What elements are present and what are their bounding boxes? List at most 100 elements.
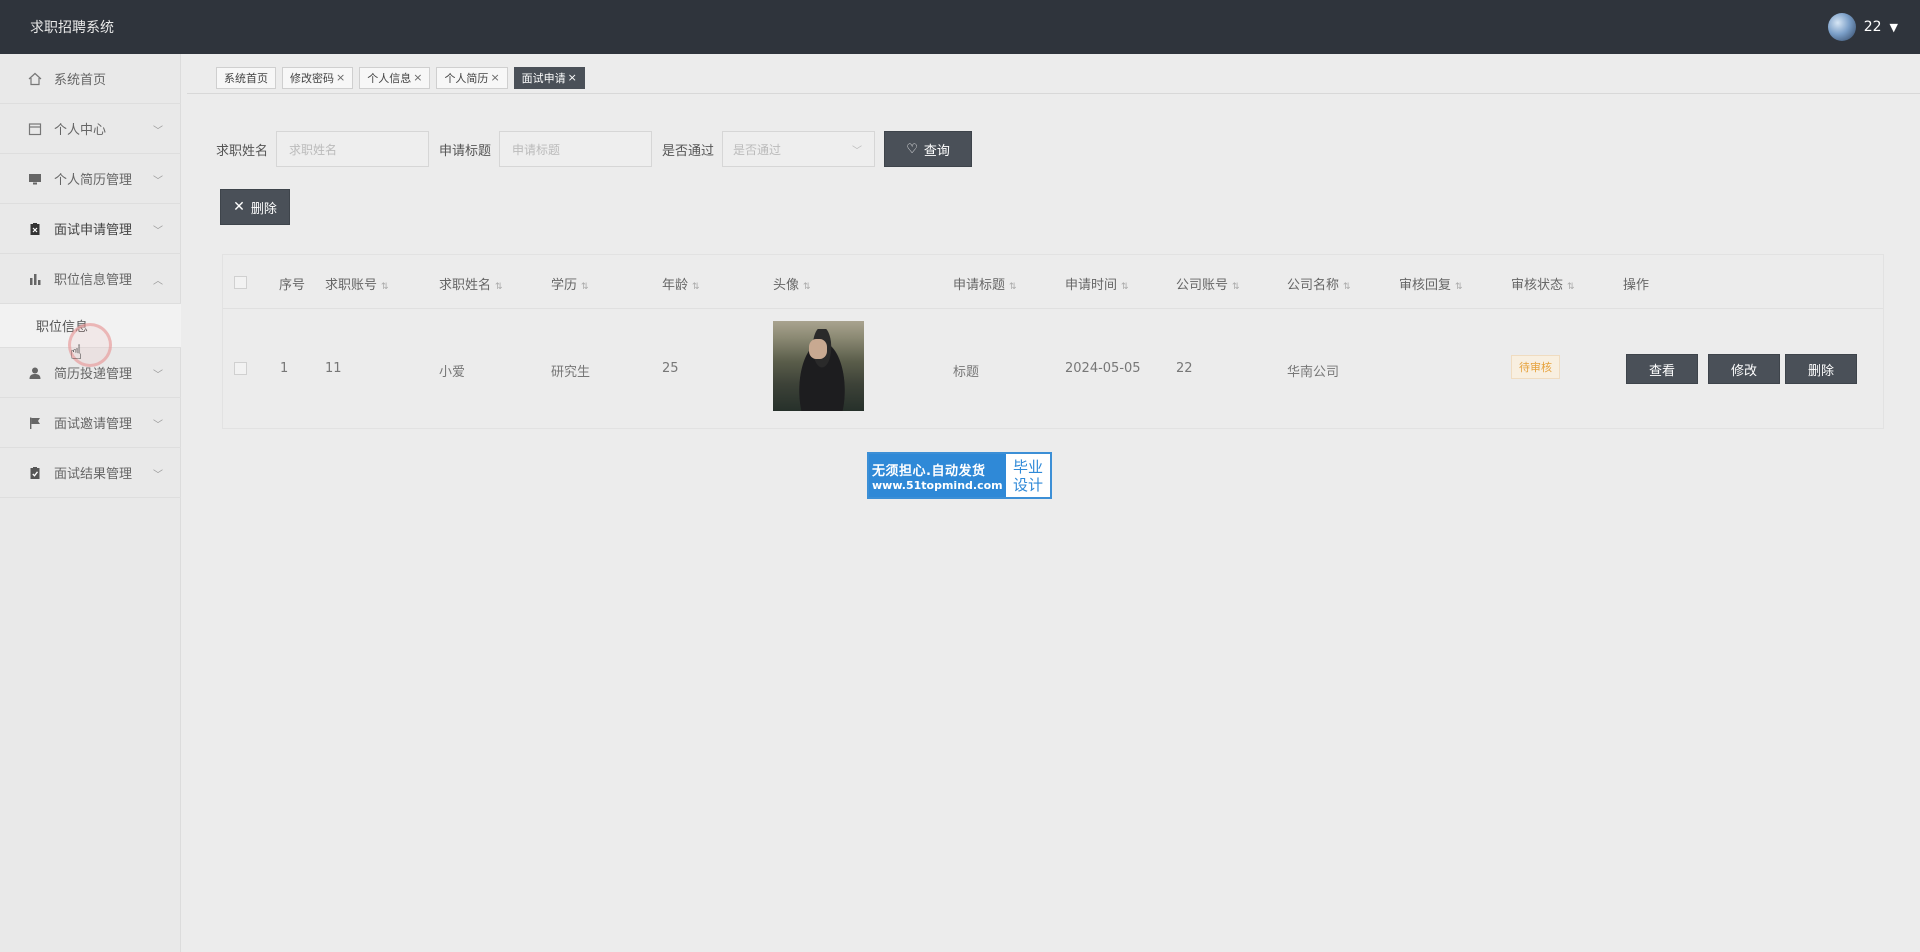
bar-chart-icon <box>28 272 42 286</box>
row-checkbox[interactable] <box>234 362 247 375</box>
search-form: 求职姓名 求职姓名 申请标题 申请标题 是否通过 是否通过 ﹀ ♡ 查询 <box>216 131 973 167</box>
col-index: 序号 <box>279 278 306 293</box>
sidebar-item-label: 面试邀请管理 <box>54 417 133 432</box>
user-avatar[interactable] <box>1827 13 1856 41</box>
tab-label: 个人信息 <box>367 71 412 85</box>
watermark-line1: 无须担心.自动发货 <box>872 463 986 479</box>
sidebar-item-resume[interactable]: 个人简历管理 ﹀ <box>0 154 181 204</box>
caret-down-icon[interactable]: ▼ <box>1890 21 1898 34</box>
view-button[interactable]: 查看 <box>1626 354 1698 384</box>
cell-company-name: 华南公司 <box>1287 365 1340 380</box>
sidebar-item-label: 个人中心 <box>54 123 107 138</box>
data-table: 序号 求职账号 ⇅ 求职姓名 ⇅ 学历 ⇅ 年龄 ⇅ 头像 ⇅ 申请标题 ⇅ 申请时间 ⇅ 公… <box>222 254 1884 429</box>
watermark-right1: 毕业 <box>1012 457 1043 476</box>
username[interactable]: 22 <box>1864 19 1882 35</box>
chevron-down-icon: ﹀ <box>153 370 163 381</box>
pass-select-placeholder: 是否通过 <box>733 142 782 157</box>
sort-icon: ⇅ <box>495 282 503 292</box>
edit-button[interactable]: 修改 <box>1708 354 1780 384</box>
name-label: 求职姓名 <box>216 143 269 159</box>
sidebar-item-label: 系统首页 <box>54 73 107 88</box>
col-education[interactable]: 学历 ⇅ <box>551 274 589 293</box>
tab-label: 个人简历 <box>444 71 489 85</box>
cell-index: 1 <box>280 361 289 376</box>
col-company-name[interactable]: 公司名称 ⇅ <box>1287 274 1351 293</box>
title-search-input[interactable]: 申请标题 <box>499 131 653 167</box>
heart-icon: ♡ <box>906 141 918 157</box>
sidebar-item-job-info[interactable]: 职位信息管理 ︿ <box>0 254 181 304</box>
pass-select[interactable]: 是否通过 ﹀ <box>722 131 876 167</box>
col-company-account[interactable]: 公司账号 ⇅ <box>1176 274 1240 293</box>
sidebar-item-interview-result[interactable]: 面试结果管理 ﹀ <box>0 448 181 498</box>
user-menu[interactable]: 22 ▼ <box>1827 13 1898 41</box>
tab-interview-apply[interactable]: 面试申请 × <box>513 66 585 89</box>
cell-account: 11 <box>325 361 342 376</box>
sort-icon: ⇅ <box>1232 282 1240 292</box>
table-header: 序号 求职账号 ⇅ 求职姓名 ⇅ 学历 ⇅ 年龄 ⇅ 头像 ⇅ 申请标题 ⇅ 申请时间 ⇅ 公… <box>223 255 1883 309</box>
chevron-up-icon: ︿ <box>153 276 163 287</box>
delete-button-label: 删除 <box>250 201 277 217</box>
sort-icon: ⇅ <box>581 282 589 292</box>
col-time[interactable]: 申请时间 ⇅ <box>1065 274 1129 293</box>
sidebar-item-home[interactable]: 系统首页 <box>0 54 181 104</box>
cell-name: 小爱 <box>439 365 466 380</box>
sort-icon: ⇅ <box>692 282 700 292</box>
col-age[interactable]: 年龄 ⇅ <box>662 274 700 293</box>
home-icon <box>28 72 42 86</box>
cell-age: 25 <box>662 361 679 376</box>
tabs-bar: 系统首页 修改密码 × 个人信息 × 个人简历 × 面试申请 × <box>187 62 1920 94</box>
sort-icon: ⇅ <box>1121 282 1129 292</box>
col-reply[interactable]: 审核回复 ⇅ <box>1399 274 1463 293</box>
calendar-icon <box>28 122 42 136</box>
chevron-down-icon: ﹀ <box>153 176 163 187</box>
select-all-checkbox[interactable] <box>234 276 247 289</box>
sidebar-item-interview-invite[interactable]: 面试邀请管理 ﹀ <box>0 398 181 448</box>
col-actions: 操作 <box>1623 278 1650 293</box>
row-delete-button[interactable]: 删除 <box>1785 354 1857 384</box>
cell-title: 标题 <box>953 365 980 380</box>
watermark-line2: www.51topmind.com <box>872 478 1003 492</box>
sidebar-item-label: 面试结果管理 <box>54 467 133 482</box>
table-row[interactable]: 1 11 小爱 研究生 25 标题 2024-05-05 22 华南公司 待审核… <box>223 309 1883 429</box>
name-search-input[interactable]: 求职姓名 <box>276 131 430 167</box>
close-icon[interactable]: × <box>413 71 422 84</box>
chevron-down-icon: ﹀ <box>153 420 163 431</box>
sort-icon: ⇅ <box>803 282 811 292</box>
status-badge: 待审核 <box>1511 355 1560 379</box>
watermark-right: 毕业 设计 <box>1006 454 1050 497</box>
tab-personal-resume[interactable]: 个人简历 × <box>436 66 508 89</box>
query-button-label: 查询 <box>923 143 950 159</box>
flag-icon <box>28 416 42 430</box>
sidebar-item-interview-apply[interactable]: 面试申请管理 ﹀ <box>0 204 181 254</box>
watermark-left: 无须担心.自动发货 www.51topmind.com <box>869 454 1006 497</box>
col-account[interactable]: 求职账号 ⇅ <box>325 274 389 293</box>
tab-home[interactable]: 系统首页 <box>216 66 276 89</box>
sidebar-item-label: 职位信息管理 <box>54 273 133 288</box>
top-header: 求职招聘系统 22 ▼ <box>0 0 1920 54</box>
chevron-down-icon: ﹀ <box>153 226 163 237</box>
avatar-face <box>809 339 827 359</box>
sort-icon: ⇅ <box>1455 282 1463 292</box>
tab-label: 修改密码 <box>290 71 334 85</box>
col-status[interactable]: 审核状态 ⇅ <box>1511 274 1575 293</box>
tab-personal-info[interactable]: 个人信息 × <box>359 66 431 89</box>
tab-label: 系统首页 <box>224 71 268 85</box>
close-icon[interactable]: × <box>336 71 345 84</box>
close-icon: ✕ <box>233 199 245 215</box>
col-title[interactable]: 申请标题 ⇅ <box>953 274 1017 293</box>
user-icon <box>28 366 42 380</box>
chevron-down-icon: ﹀ <box>153 126 163 137</box>
close-icon[interactable]: × <box>568 71 577 84</box>
app-title: 求职招聘系统 <box>30 20 114 36</box>
chevron-down-icon: ﹀ <box>852 145 863 157</box>
close-icon[interactable]: × <box>490 71 499 84</box>
col-name[interactable]: 求职姓名 ⇅ <box>439 274 503 293</box>
query-button[interactable]: ♡ 查询 <box>884 131 973 167</box>
col-avatar[interactable]: 头像 ⇅ <box>773 274 811 293</box>
tab-change-password[interactable]: 修改密码 × <box>282 66 354 89</box>
sidebar-item-personal-center[interactable]: 个人中心 ﹀ <box>0 104 181 154</box>
monitor-icon <box>28 172 42 186</box>
chevron-down-icon: ﹀ <box>153 470 163 481</box>
batch-delete-button[interactable]: ✕ 删除 <box>220 189 290 225</box>
cell-time: 2024-05-05 <box>1065 361 1141 376</box>
